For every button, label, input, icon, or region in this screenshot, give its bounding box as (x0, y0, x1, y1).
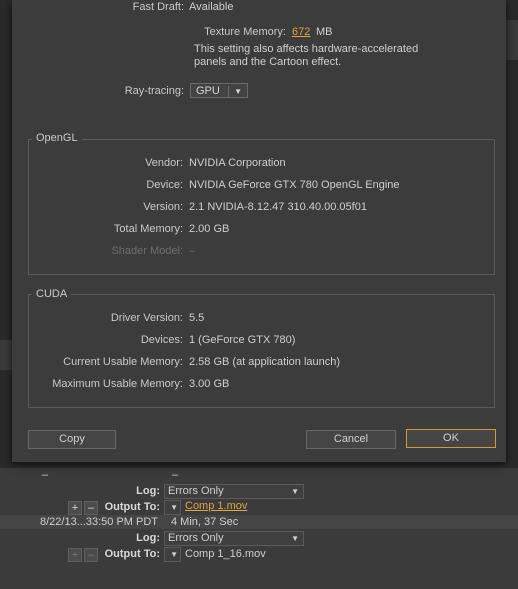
log-select-value: Errors Only (168, 485, 224, 497)
render-queue-dash: – (42, 469, 49, 481)
log-label: Log: (136, 485, 160, 497)
log-label: Log: (136, 532, 160, 544)
maximum-usable-memory-value: 3.00 GB (189, 378, 230, 390)
log-select-value: Errors Only (168, 532, 224, 544)
version-label: Version: (143, 201, 183, 213)
texture-memory-note: This setting also affects hardware-accel… (194, 43, 419, 55)
texture-memory-value[interactable]: 672 (292, 26, 310, 38)
background-strip-left (0, 340, 12, 370)
fast-draft-value: Available (189, 1, 234, 13)
vendor-value: NVIDIA Corporation (189, 157, 286, 169)
device-value: NVIDIA GeForce GTX 780 OpenGL Engine (189, 179, 400, 191)
gpu-information-dialog: Fast Draft: Available Texture Memory: 67… (12, 0, 506, 462)
chevron-down-icon: ▼ (291, 487, 299, 496)
device-label: Device: (146, 179, 183, 191)
total-memory-label: Total Memory: (113, 223, 183, 235)
chevron-down-icon: ▼ (170, 550, 178, 559)
shader-model-label: Shader Model: (111, 245, 183, 257)
render-queue-dash: – (172, 469, 179, 481)
chevron-down-icon: ▼ (170, 503, 178, 512)
ok-button[interactable]: OK (406, 429, 496, 448)
output-file-name[interactable]: Comp 1_16.mov (185, 548, 266, 560)
driver-version-label: Driver Version: (110, 312, 183, 324)
ray-tracing-label: Ray-tracing: (124, 85, 184, 97)
shader-model-value: – (189, 245, 196, 257)
version-value: 2.1 NVIDIA-8.12.47 310.40.00.05f01 (189, 201, 367, 213)
render-item-duration: 4 Min, 37 Sec (171, 516, 239, 528)
output-to-menu[interactable]: ▼ (164, 547, 181, 562)
add-output-button[interactable]: + (68, 501, 82, 515)
current-usable-memory-label: Current Usable Memory: (63, 356, 183, 368)
vendor-label: Vendor: (145, 157, 183, 169)
texture-memory-note: panels and the Cartoon effect. (194, 56, 342, 68)
output-to-label: Output To: (104, 548, 160, 560)
chevron-down-icon: ▼ (234, 87, 242, 96)
cuda-group-title: CUDA (32, 288, 72, 300)
driver-version-value: 5.5 (189, 312, 205, 324)
cancel-button[interactable]: Cancel (306, 430, 396, 449)
log-select[interactable]: Errors Only ▼ (164, 531, 304, 546)
texture-memory-label: Texture Memory: (204, 26, 286, 38)
copy-button[interactable]: Copy (28, 430, 116, 449)
output-file-link[interactable]: Comp 1.mov (185, 500, 247, 512)
log-select[interactable]: Errors Only ▼ (164, 484, 304, 499)
add-output-button[interactable]: + (68, 548, 82, 562)
render-item-row[interactable]: 8/22/13...33:50 PM PDT 4 Min, 37 Sec (0, 515, 518, 529)
fast-draft-label: Fast Draft: (132, 1, 184, 13)
output-to-label: Output To: (104, 501, 160, 513)
render-queue-panel: – – Log: Errors Only ▼ + – Output To: ▼ … (0, 468, 518, 589)
opengl-group-title: OpenGL (32, 132, 82, 144)
ray-tracing-select[interactable]: GPU ▼ (190, 83, 248, 98)
divider (228, 86, 229, 97)
output-to-menu[interactable]: ▼ (164, 500, 181, 515)
total-memory-value: 2.00 GB (189, 223, 230, 235)
devices-value: 1 (GeForce GTX 780) (189, 334, 296, 346)
render-item-time: 8/22/13...33:50 PM PDT (40, 516, 159, 528)
devices-label: Devices: (140, 334, 183, 346)
current-usable-memory-value: 2.58 GB (at application launch) (189, 356, 341, 368)
texture-memory-unit: MB (316, 26, 333, 38)
chevron-down-icon: ▼ (291, 534, 299, 543)
ray-tracing-value: GPU (196, 85, 220, 97)
maximum-usable-memory-label: Maximum Usable Memory: (52, 378, 183, 390)
background-strip-right (506, 20, 518, 60)
